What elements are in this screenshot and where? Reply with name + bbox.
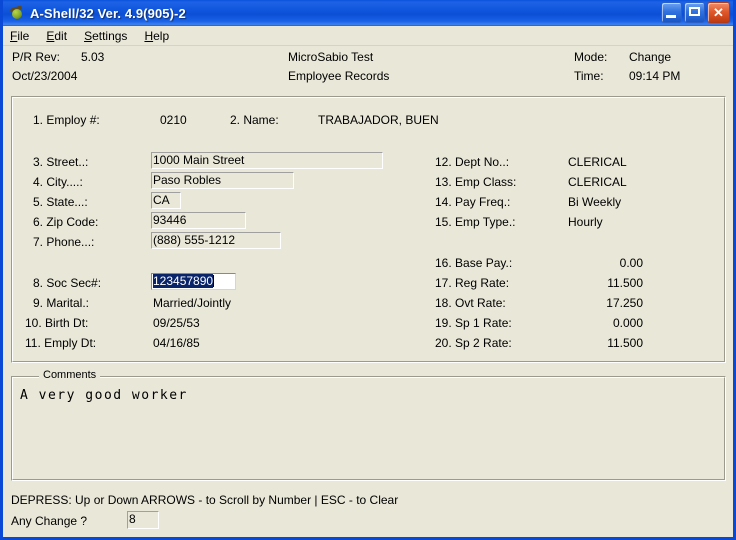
- menu-bar: File Edit Settings Help: [3, 26, 733, 46]
- label-state: 5. State...:: [33, 195, 88, 209]
- label-phone: 7. Phone...:: [33, 235, 94, 249]
- comments-text[interactable]: A very good worker: [20, 388, 188, 403]
- zip-code-input[interactable]: 93446: [151, 212, 246, 229]
- any-change-input[interactable]: 8: [127, 511, 159, 529]
- time-label: Time:: [574, 69, 604, 83]
- label-employ-date: 11. Emply Dt:: [25, 336, 96, 350]
- any-change-label: Any Change ?: [11, 514, 87, 528]
- label-zip-code: 6. Zip Code:: [33, 215, 98, 229]
- state-input[interactable]: CA: [151, 192, 181, 209]
- header-date: Oct/23/2004: [12, 69, 77, 83]
- minimize-button[interactable]: [661, 2, 682, 23]
- soc-sec-number-input[interactable]: 123457890: [151, 273, 236, 290]
- comments-legend: Comments: [39, 369, 100, 381]
- label-birth-date: 10. Birth Dt:: [25, 316, 88, 330]
- menu-item-settings[interactable]: Settings: [84, 29, 127, 43]
- label-dept-no: 12. Dept No..:: [435, 155, 509, 169]
- value-marital: Married/Jointly: [153, 296, 231, 310]
- value-employ-date: 04/16/85: [153, 336, 200, 350]
- menu-file-rest: ile: [17, 29, 29, 43]
- phone-input[interactable]: (888) 555-1212: [151, 232, 281, 249]
- label-ovt-rate: 18. Ovt Rate:: [435, 296, 506, 310]
- header-info: P/R Rev: 5.03 Oct/23/2004 MicroSabio Tes…: [3, 46, 733, 88]
- value-employ-number: 0210: [160, 113, 187, 127]
- value-base-pay: 0.00: [548, 256, 643, 270]
- maximize-button[interactable]: [684, 2, 705, 23]
- value-emp-type: Hourly: [568, 215, 603, 229]
- value-sp2-rate: 11.500: [548, 336, 643, 350]
- application-window: A-Shell/32 Ver. 4.9(905)-2 ✕ File Edit S…: [0, 0, 736, 540]
- label-soc-sec-number: 8. Soc Sec#:: [33, 276, 101, 290]
- label-pay-freq: 14. Pay Freq.:: [435, 195, 510, 209]
- close-icon: ✕: [708, 6, 729, 19]
- text-caret: [213, 275, 214, 287]
- label-emp-class: 13. Emp Class:: [435, 175, 516, 189]
- mode-value: Change: [629, 50, 671, 64]
- employee-form-panel: 1. Employ #: 0210 2. Name: TRABAJADOR, B…: [11, 96, 726, 363]
- value-pay-freq: Bi Weekly: [568, 195, 621, 209]
- label-name: 2. Name:: [230, 113, 279, 127]
- menu-help-rest: elp: [153, 29, 169, 43]
- value-reg-rate: 11.500: [548, 276, 643, 290]
- value-sp1-rate: 0.000: [548, 316, 643, 330]
- time-value: 09:14 PM: [629, 69, 680, 83]
- soc-sec-selected-text: 123457890: [153, 274, 213, 288]
- window-title: A-Shell/32 Ver. 4.9(905)-2: [30, 6, 186, 21]
- menu-settings-rest: ettings: [92, 29, 127, 43]
- label-reg-rate: 17. Reg Rate:: [435, 276, 509, 290]
- panel-inner-border: 1. Employ #: 0210 2. Name: TRABAJADOR, B…: [12, 97, 725, 362]
- window-controls: ✕: [661, 2, 730, 23]
- comments-group: Comments A very good worker: [11, 376, 726, 481]
- label-base-pay: 16. Base Pay.:: [435, 256, 512, 270]
- value-dept-no: CLERICAL: [568, 155, 627, 169]
- value-name: TRABAJADOR, BUEN: [318, 113, 439, 127]
- label-sp2-rate: 20. Sp 2 Rate:: [435, 336, 512, 350]
- label-marital: 9. Marital.:: [33, 296, 89, 310]
- street-input[interactable]: 1000 Main Street: [151, 152, 383, 169]
- menu-item-help[interactable]: Help: [144, 29, 169, 43]
- program-version: 5.03: [81, 50, 104, 64]
- screen-title: Employee Records: [288, 69, 389, 83]
- menu-item-file[interactable]: File: [10, 29, 29, 43]
- label-city: 4. City....:: [33, 175, 83, 189]
- mode-label: Mode:: [574, 50, 607, 64]
- label-emp-type: 15. Emp Type.:: [435, 215, 516, 229]
- menu-edit-rest: dit: [54, 29, 67, 43]
- value-emp-class: CLERICAL: [568, 175, 627, 189]
- app-icon: [8, 4, 26, 22]
- title-bar[interactable]: A-Shell/32 Ver. 4.9(905)-2 ✕: [3, 0, 733, 26]
- menu-item-edit[interactable]: Edit: [46, 29, 67, 43]
- label-employ-number: 1. Employ #:: [33, 113, 100, 127]
- city-input[interactable]: Paso Robles: [151, 172, 294, 189]
- value-ovt-rate: 17.250: [548, 296, 643, 310]
- program-label: P/R Rev:: [12, 50, 60, 64]
- close-button[interactable]: ✕: [707, 2, 730, 23]
- status-help-line: DEPRESS: Up or Down ARROWS - to Scroll b…: [11, 493, 398, 507]
- label-sp1-rate: 19. Sp 1 Rate:: [435, 316, 512, 330]
- value-birth-date: 09/25/53: [153, 316, 200, 330]
- label-street: 3. Street..:: [33, 155, 88, 169]
- company-name: MicroSabio Test: [288, 50, 373, 64]
